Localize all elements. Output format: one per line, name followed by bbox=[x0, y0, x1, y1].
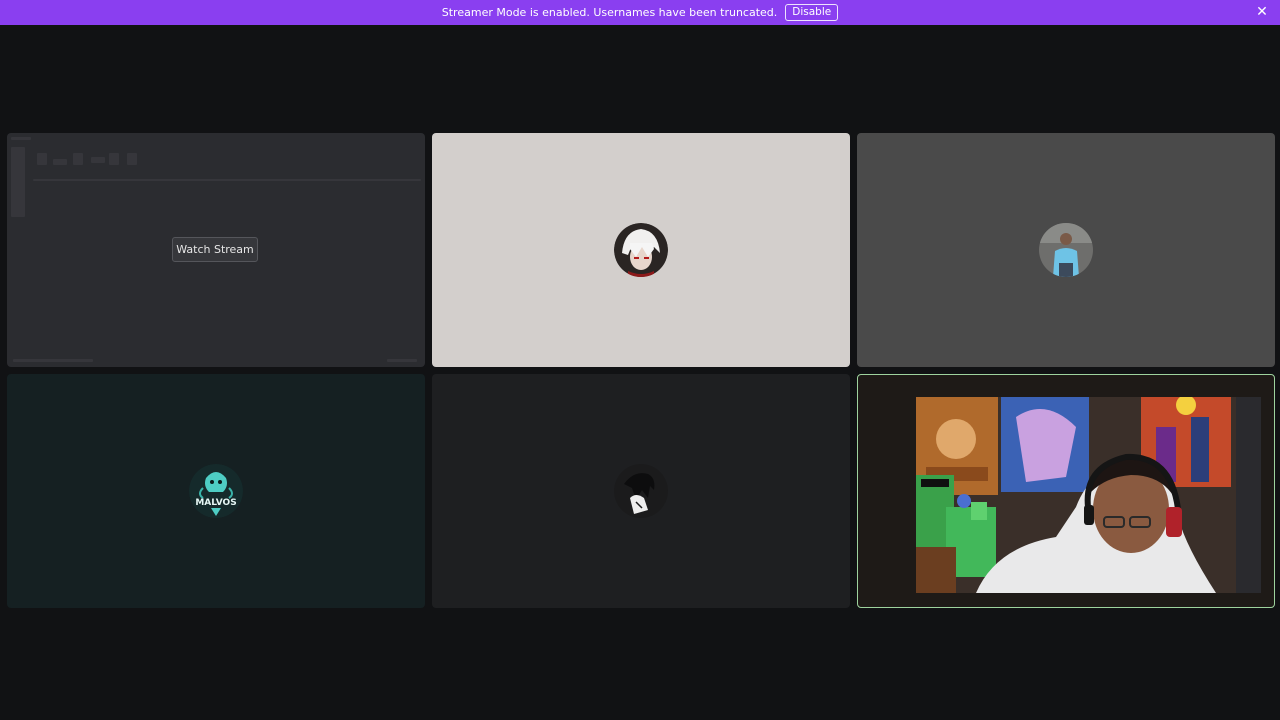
watch-stream-button[interactable]: Watch Stream bbox=[172, 237, 258, 262]
close-icon[interactable]: ✕ bbox=[1254, 4, 1270, 20]
participant-webcam-tile[interactable] bbox=[857, 374, 1275, 608]
malvos-logo-avatar-icon: MALVOS bbox=[189, 464, 243, 518]
disable-streamer-mode-button[interactable]: Disable bbox=[785, 4, 839, 21]
webcam-video bbox=[916, 397, 1261, 593]
banner-message: Streamer Mode is enabled. Usernames have… bbox=[441, 6, 778, 19]
participant-tile[interactable] bbox=[432, 133, 850, 367]
participant-tile[interactable] bbox=[857, 133, 1275, 367]
participant-tile[interactable]: MALVOS bbox=[7, 374, 425, 608]
person-photo-avatar-icon bbox=[1039, 223, 1093, 277]
streamer-mode-banner: Streamer Mode is enabled. Usernames have… bbox=[0, 0, 1280, 25]
participant-tile[interactable] bbox=[432, 374, 850, 608]
dark-anime-avatar-icon bbox=[614, 464, 668, 518]
white-hair-anime-avatar-icon bbox=[614, 223, 668, 277]
svg-text:MALVOS: MALVOS bbox=[195, 498, 236, 508]
stream-tile[interactable]: Watch Stream bbox=[7, 133, 425, 367]
